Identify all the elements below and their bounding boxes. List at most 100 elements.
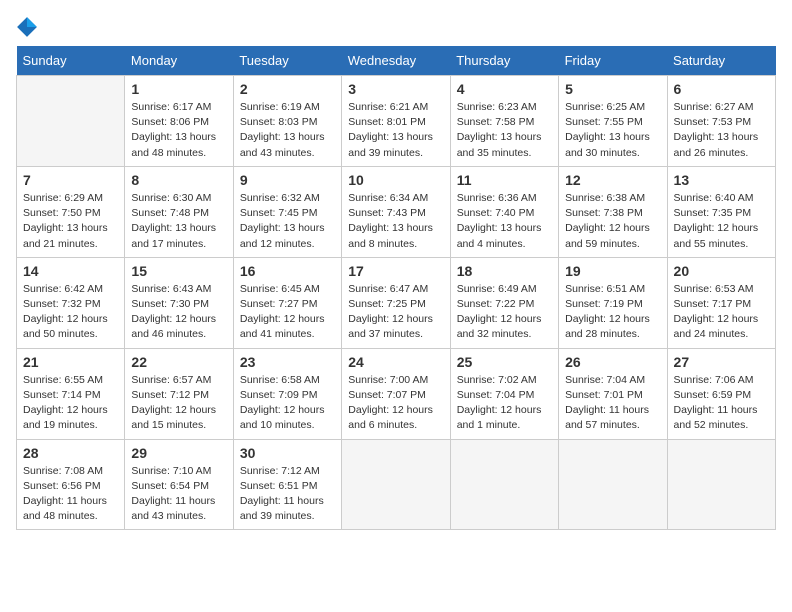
day-number: 23 bbox=[240, 354, 335, 370]
calendar-cell: 1 Sunrise: 6:17 AMSunset: 8:06 PMDaylight… bbox=[125, 76, 233, 167]
day-info: Sunrise: 6:36 AMSunset: 7:40 PMDaylight:… bbox=[457, 191, 552, 252]
calendar-cell: 19 Sunrise: 6:51 AMSunset: 7:19 PMDayligh… bbox=[559, 257, 667, 348]
calendar-cell: 8 Sunrise: 6:30 AMSunset: 7:48 PMDaylight… bbox=[125, 166, 233, 257]
day-info: Sunrise: 6:30 AMSunset: 7:48 PMDaylight:… bbox=[131, 191, 226, 252]
day-info: Sunrise: 6:49 AMSunset: 7:22 PMDaylight:… bbox=[457, 282, 552, 343]
day-number: 22 bbox=[131, 354, 226, 370]
calendar-cell: 4 Sunrise: 6:23 AMSunset: 7:58 PMDaylight… bbox=[450, 76, 558, 167]
day-number: 12 bbox=[565, 172, 660, 188]
calendar-header: SundayMondayTuesdayWednesdayThursdayFrid… bbox=[17, 46, 776, 76]
day-number: 15 bbox=[131, 263, 226, 279]
day-info: Sunrise: 6:45 AMSunset: 7:27 PMDaylight:… bbox=[240, 282, 335, 343]
calendar-body: 1 Sunrise: 6:17 AMSunset: 8:06 PMDaylight… bbox=[17, 76, 776, 530]
day-number: 3 bbox=[348, 81, 443, 97]
calendar-cell: 2 Sunrise: 6:19 AMSunset: 8:03 PMDaylight… bbox=[233, 76, 341, 167]
day-number: 2 bbox=[240, 81, 335, 97]
day-number: 18 bbox=[457, 263, 552, 279]
calendar-cell: 10 Sunrise: 6:34 AMSunset: 7:43 PMDayligh… bbox=[342, 166, 450, 257]
calendar-cell: 9 Sunrise: 6:32 AMSunset: 7:45 PMDaylight… bbox=[233, 166, 341, 257]
day-info: Sunrise: 6:32 AMSunset: 7:45 PMDaylight:… bbox=[240, 191, 335, 252]
calendar-cell: 20Sunrise: 6:53 AMSunset: 7:17 PMDayligh… bbox=[667, 257, 775, 348]
week-row-1: 7 Sunrise: 6:29 AMSunset: 7:50 PMDaylight… bbox=[17, 166, 776, 257]
calendar-table: SundayMondayTuesdayWednesdayThursdayFrid… bbox=[16, 46, 776, 530]
day-info: Sunrise: 7:10 AMSunset: 6:54 PMDaylight:… bbox=[131, 464, 226, 525]
calendar-cell: 3Sunrise: 6:21 AMSunset: 8:01 PMDaylight… bbox=[342, 76, 450, 167]
day-number: 9 bbox=[240, 172, 335, 188]
day-number: 10 bbox=[348, 172, 443, 188]
calendar-cell: 7 Sunrise: 6:29 AMSunset: 7:50 PMDaylight… bbox=[17, 166, 125, 257]
calendar-cell: 12 Sunrise: 6:38 AMSunset: 7:38 PMDayligh… bbox=[559, 166, 667, 257]
day-info: Sunrise: 6:34 AMSunset: 7:43 PMDaylight:… bbox=[348, 191, 443, 252]
day-number: 27 bbox=[674, 354, 769, 370]
week-row-4: 28Sunrise: 7:08 AMSunset: 6:56 PMDayligh… bbox=[17, 439, 776, 530]
calendar-cell: 24Sunrise: 7:00 AMSunset: 7:07 PMDayligh… bbox=[342, 348, 450, 439]
calendar-cell: 13Sunrise: 6:40 AMSunset: 7:35 PMDayligh… bbox=[667, 166, 775, 257]
day-number: 25 bbox=[457, 354, 552, 370]
day-info: Sunrise: 6:55 AMSunset: 7:14 PMDaylight:… bbox=[23, 373, 118, 434]
calendar-cell: 15 Sunrise: 6:43 AMSunset: 7:30 PMDayligh… bbox=[125, 257, 233, 348]
day-info: Sunrise: 6:40 AMSunset: 7:35 PMDaylight:… bbox=[674, 191, 769, 252]
day-info: Sunrise: 6:27 AMSunset: 7:53 PMDaylight:… bbox=[674, 100, 769, 161]
day-number: 16 bbox=[240, 263, 335, 279]
day-number: 29 bbox=[131, 445, 226, 461]
day-number: 5 bbox=[565, 81, 660, 97]
day-info: Sunrise: 6:19 AMSunset: 8:03 PMDaylight:… bbox=[240, 100, 335, 161]
calendar-cell bbox=[667, 439, 775, 530]
header-cell-wednesday: Wednesday bbox=[342, 46, 450, 76]
day-info: Sunrise: 6:51 AMSunset: 7:19 PMDaylight:… bbox=[565, 282, 660, 343]
day-number: 26 bbox=[565, 354, 660, 370]
day-number: 11 bbox=[457, 172, 552, 188]
header-cell-friday: Friday bbox=[559, 46, 667, 76]
calendar-cell: 14 Sunrise: 6:42 AMSunset: 7:32 PMDayligh… bbox=[17, 257, 125, 348]
week-row-3: 21 Sunrise: 6:55 AMSunset: 7:14 PMDayligh… bbox=[17, 348, 776, 439]
day-info: Sunrise: 6:25 AMSunset: 7:55 PMDaylight:… bbox=[565, 100, 660, 161]
day-info: Sunrise: 6:47 AMSunset: 7:25 PMDaylight:… bbox=[348, 282, 443, 343]
header-cell-monday: Monday bbox=[125, 46, 233, 76]
calendar-cell bbox=[450, 439, 558, 530]
calendar-cell: 22 Sunrise: 6:57 AMSunset: 7:12 PMDayligh… bbox=[125, 348, 233, 439]
week-row-2: 14 Sunrise: 6:42 AMSunset: 7:32 PMDayligh… bbox=[17, 257, 776, 348]
day-info: Sunrise: 6:17 AMSunset: 8:06 PMDaylight:… bbox=[131, 100, 226, 161]
day-info: Sunrise: 7:12 AMSunset: 6:51 PMDaylight:… bbox=[240, 464, 335, 525]
calendar-cell: 5 Sunrise: 6:25 AMSunset: 7:55 PMDaylight… bbox=[559, 76, 667, 167]
calendar-cell bbox=[342, 439, 450, 530]
day-info: Sunrise: 7:02 AMSunset: 7:04 PMDaylight:… bbox=[457, 373, 552, 434]
calendar-cell: 21 Sunrise: 6:55 AMSunset: 7:14 PMDayligh… bbox=[17, 348, 125, 439]
day-number: 19 bbox=[565, 263, 660, 279]
day-info: Sunrise: 6:23 AMSunset: 7:58 PMDaylight:… bbox=[457, 100, 552, 161]
day-info: Sunrise: 6:29 AMSunset: 7:50 PMDaylight:… bbox=[23, 191, 118, 252]
day-number: 8 bbox=[131, 172, 226, 188]
day-info: Sunrise: 6:57 AMSunset: 7:12 PMDaylight:… bbox=[131, 373, 226, 434]
calendar-cell: 26 Sunrise: 7:04 AMSunset: 7:01 PMDayligh… bbox=[559, 348, 667, 439]
day-info: Sunrise: 6:53 AMSunset: 7:17 PMDaylight:… bbox=[674, 282, 769, 343]
day-info: Sunrise: 6:42 AMSunset: 7:32 PMDaylight:… bbox=[23, 282, 118, 343]
calendar-cell: 28Sunrise: 7:08 AMSunset: 6:56 PMDayligh… bbox=[17, 439, 125, 530]
logo-icon bbox=[16, 16, 38, 38]
day-number: 4 bbox=[457, 81, 552, 97]
logo bbox=[16, 16, 42, 38]
day-number: 30 bbox=[240, 445, 335, 461]
calendar-cell: 23Sunrise: 6:58 AMSunset: 7:09 PMDayligh… bbox=[233, 348, 341, 439]
header-row: SundayMondayTuesdayWednesdayThursdayFrid… bbox=[17, 46, 776, 76]
day-number: 7 bbox=[23, 172, 118, 188]
day-info: Sunrise: 7:04 AMSunset: 7:01 PMDaylight:… bbox=[565, 373, 660, 434]
calendar-cell bbox=[559, 439, 667, 530]
day-number: 17 bbox=[348, 263, 443, 279]
day-info: Sunrise: 7:06 AMSunset: 6:59 PMDaylight:… bbox=[674, 373, 769, 434]
calendar-cell: 16 Sunrise: 6:45 AMSunset: 7:27 PMDayligh… bbox=[233, 257, 341, 348]
day-info: Sunrise: 6:43 AMSunset: 7:30 PMDaylight:… bbox=[131, 282, 226, 343]
header-cell-sunday: Sunday bbox=[17, 46, 125, 76]
day-info: Sunrise: 7:00 AMSunset: 7:07 PMDaylight:… bbox=[348, 373, 443, 434]
calendar-cell: 27 Sunrise: 7:06 AMSunset: 6:59 PMDayligh… bbox=[667, 348, 775, 439]
day-info: Sunrise: 6:38 AMSunset: 7:38 PMDaylight:… bbox=[565, 191, 660, 252]
day-number: 28 bbox=[23, 445, 118, 461]
calendar-cell: 25 Sunrise: 7:02 AMSunset: 7:04 PMDayligh… bbox=[450, 348, 558, 439]
day-number: 1 bbox=[131, 81, 226, 97]
day-number: 14 bbox=[23, 263, 118, 279]
day-number: 6 bbox=[674, 81, 769, 97]
calendar-cell: 17 Sunrise: 6:47 AMSunset: 7:25 PMDayligh… bbox=[342, 257, 450, 348]
calendar-cell bbox=[17, 76, 125, 167]
week-row-0: 1 Sunrise: 6:17 AMSunset: 8:06 PMDaylight… bbox=[17, 76, 776, 167]
day-number: 21 bbox=[23, 354, 118, 370]
calendar-cell: 30 Sunrise: 7:12 AMSunset: 6:51 PMDayligh… bbox=[233, 439, 341, 530]
